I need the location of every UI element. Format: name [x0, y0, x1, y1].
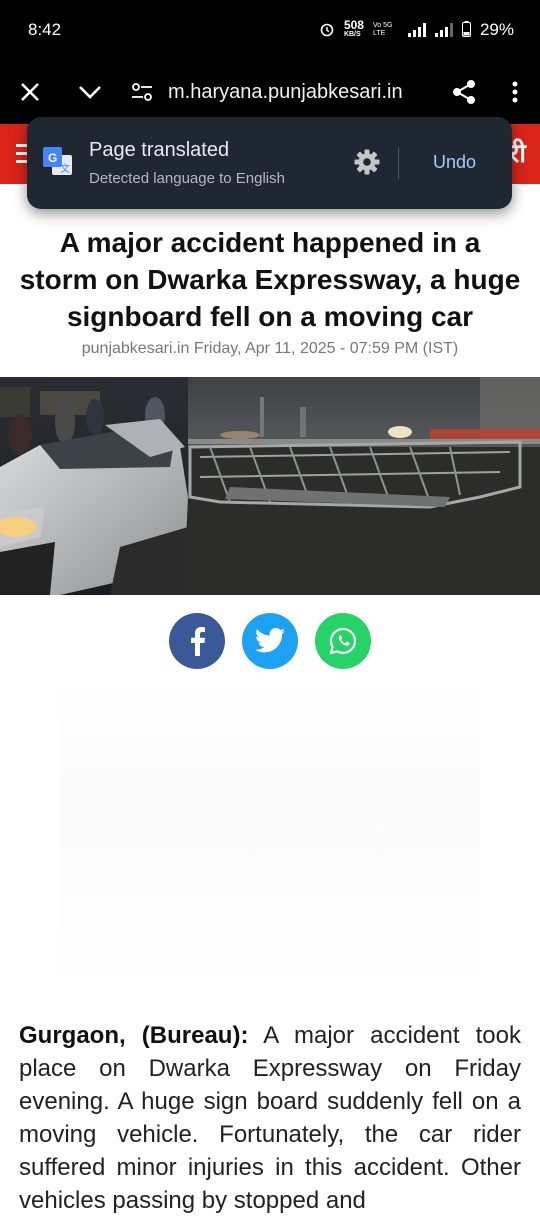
svg-text:G: G [48, 151, 57, 165]
twitter-share-button[interactable] [242, 613, 298, 669]
browser-toolbar: m.haryana.punjabkesari.in [0, 60, 540, 124]
whatsapp-share-button[interactable] [315, 613, 371, 669]
article-photo[interactable] [0, 377, 540, 595]
popup-subtitle[interactable]: Detected language to English [89, 170, 285, 187]
gear-icon [354, 149, 380, 175]
facebook-share-button[interactable] [169, 613, 225, 669]
battery-percent: 29% [479, 20, 514, 39]
popup-divider [398, 147, 399, 179]
google-translate-icon: G 文 [43, 147, 73, 177]
tune-icon [132, 83, 152, 101]
close-icon [21, 83, 39, 101]
network-label: Vo 5G LTE [372, 22, 393, 37]
status-icons: 508 KB/S Vo 5G LTE 29% [319, 18, 514, 40]
signal-icon-2 [434, 23, 453, 37]
article-body: Gurgaon, (Bureau): A major accident took… [19, 1019, 521, 1217]
status-time: 8:42 [28, 20, 62, 39]
site-settings-button[interactable] [120, 60, 164, 124]
article-lead: Gurgaon, (Bureau): [19, 1022, 249, 1049]
svg-text:文: 文 [60, 162, 70, 175]
share-button[interactable] [438, 60, 490, 124]
more-vert-icon [512, 81, 518, 103]
close-tab-button[interactable] [0, 60, 60, 124]
url-text[interactable]: m.haryana.punjabkesari.in [168, 81, 438, 104]
alarm-icon [319, 21, 335, 40]
signal-icon [407, 23, 426, 37]
twitter-icon [255, 628, 285, 653]
more-menu-button[interactable] [490, 60, 540, 124]
popup-title: Page translated [89, 139, 230, 161]
ad-placeholder [60, 680, 480, 990]
translate-popup: G 文 Page translated Detected language to… [27, 117, 512, 209]
battery-icon [461, 20, 471, 40]
article-byline: punjabkesari.in Friday, Apr 11, 2025 - 0… [81, 340, 459, 357]
minimize-button[interactable] [60, 60, 120, 124]
chevron-down-icon [79, 86, 101, 99]
facebook-icon [191, 627, 206, 656]
data-speed: 508 KB/S [343, 18, 364, 38]
article-headline: A major accident happened in a storm on … [19, 227, 521, 332]
article-text: A major accident took place on Dwarka Ex… [19, 1022, 521, 1214]
share-buttons [0, 613, 540, 669]
status-bar: 8:42 508 KB/S Vo 5G LTE 29% [0, 0, 540, 60]
whatsapp-icon [329, 627, 357, 655]
undo-button[interactable]: Undo [433, 152, 476, 173]
translate-settings-button[interactable] [353, 148, 381, 181]
share-icon [453, 80, 475, 104]
